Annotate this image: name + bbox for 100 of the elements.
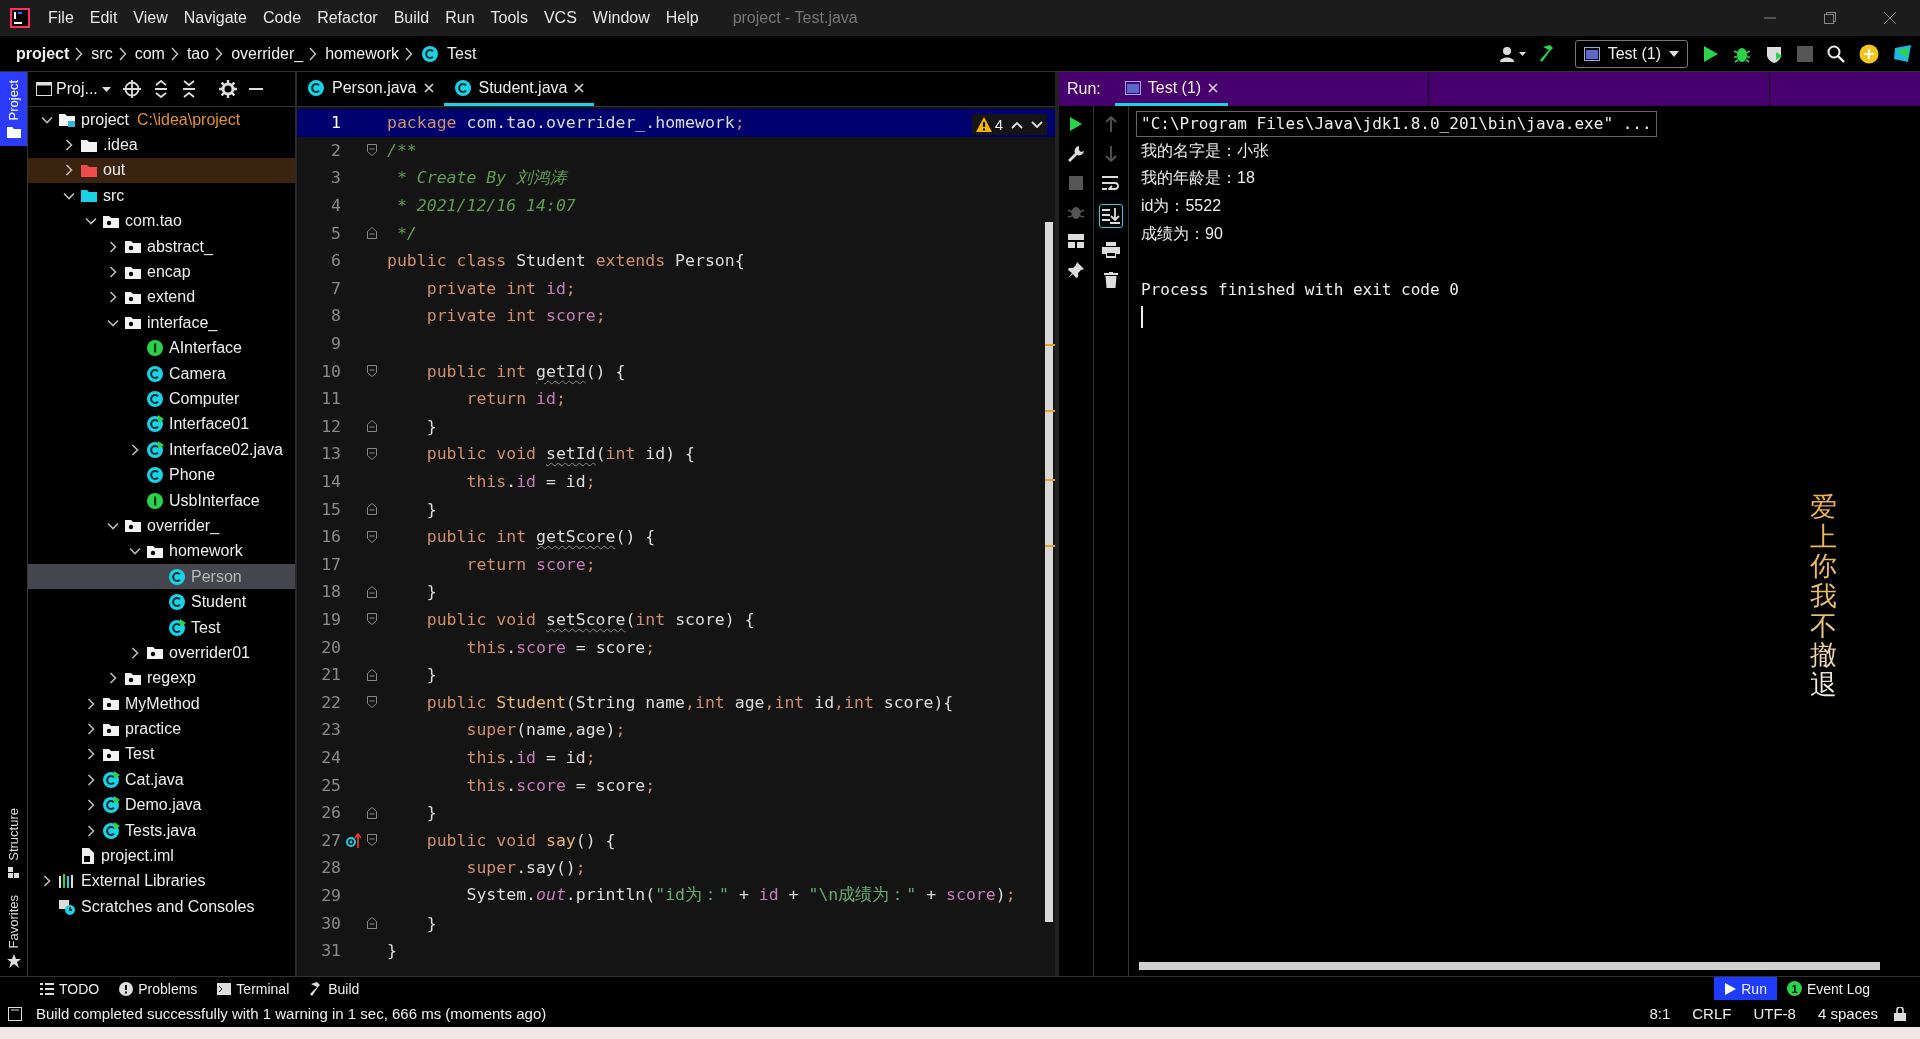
lock-icon[interactable] — [1894, 1006, 1906, 1021]
menu-item[interactable]: Refactor — [309, 3, 386, 33]
layout-icon[interactable] — [1068, 234, 1084, 248]
console-tab[interactable]: Test (1) — [1114, 72, 1229, 106]
coverage-icon[interactable] — [1765, 44, 1783, 63]
breadcrumb-item[interactable]: homework — [319, 44, 405, 63]
tree-item[interactable]: homework — [28, 538, 295, 565]
tree-item[interactable]: Camera — [28, 360, 295, 387]
fold-icon[interactable] — [367, 917, 377, 929]
trash-icon[interactable] — [1104, 272, 1118, 288]
chevron-down-icon[interactable] — [1031, 120, 1043, 129]
tree-item[interactable]: project.iml — [28, 843, 295, 869]
tree-item[interactable]: Cat.java — [28, 767, 295, 793]
fold-icon[interactable] — [367, 806, 377, 819]
breadcrumb-item[interactable]: src — [85, 44, 119, 63]
tool-window-tab[interactable]: Problems — [109, 977, 208, 1000]
tree-item[interactable]: .idea — [28, 132, 295, 158]
scrollbar[interactable] — [1045, 222, 1053, 922]
toolbox-icon[interactable] — [1893, 43, 1913, 64]
run-icon[interactable] — [1069, 116, 1083, 132]
tree-item[interactable]: Test — [28, 614, 295, 641]
status-item[interactable]: CRLF — [1686, 1005, 1738, 1022]
stop-icon[interactable] — [1797, 45, 1813, 62]
fold-icon[interactable] — [367, 447, 377, 460]
tree-item[interactable]: MyMethod — [28, 691, 295, 717]
wrench-icon[interactable] — [1068, 146, 1084, 162]
tree-item[interactable]: Scratches and Consoles — [28, 894, 295, 920]
pin-icon[interactable] — [1068, 262, 1084, 278]
toggle-button[interactable] — [1099, 204, 1123, 228]
tree-item[interactable]: Interface01 — [28, 411, 295, 438]
tree-item[interactable]: abstract_ — [28, 233, 295, 260]
update-icon[interactable] — [1859, 43, 1879, 64]
status-item[interactable]: UTF-8 — [1747, 1005, 1802, 1022]
fold-icon[interactable] — [367, 227, 377, 240]
tree-item[interactable]: interface_ — [28, 310, 295, 336]
tree-item[interactable]: Computer — [28, 386, 295, 412]
expand-all-icon[interactable] — [152, 80, 169, 98]
close-icon[interactable] — [574, 82, 585, 93]
tree-item[interactable]: UsbInterface — [28, 487, 295, 514]
tool-window-tab[interactable]: Favorites — [0, 886, 27, 976]
settings-icon[interactable] — [218, 80, 237, 98]
menu-item[interactable]: VCS — [535, 3, 585, 33]
menu-item[interactable]: Window — [584, 3, 658, 33]
tree-item[interactable]: Test — [28, 741, 295, 768]
breadcrumb-item[interactable]: project — [10, 44, 76, 63]
tree-item[interactable]: Tests.java — [28, 817, 295, 844]
tool-window-tab[interactable]: 1 Event Log — [1776, 977, 1880, 1000]
tree-item[interactable]: External Libraries — [28, 868, 295, 895]
tree-item[interactable]: encap — [28, 259, 295, 285]
tool-window-tab[interactable]: Build — [299, 977, 370, 1000]
tree-item[interactable]: Demo.java — [28, 792, 295, 818]
tool-window-tab[interactable]: TODO — [30, 977, 110, 1000]
tree-item[interactable]: Phone — [28, 462, 295, 488]
status-item[interactable]: 8:1 — [1643, 1005, 1677, 1022]
tool-window-tab[interactable]: Structure — [0, 799, 27, 887]
tree-item[interactable]: src — [28, 183, 295, 209]
scrollbar[interactable] — [1139, 962, 1880, 970]
fold-icon[interactable] — [367, 696, 377, 709]
locate-icon[interactable] — [122, 80, 141, 98]
tree-item[interactable]: extend — [28, 284, 295, 311]
breadcrumb-item[interactable]: tao — [180, 44, 216, 63]
tree-item[interactable]: project C:\idea\project — [28, 107, 295, 133]
menu-item[interactable]: Tools — [482, 3, 536, 33]
run-configuration-dropdown[interactable]: Test (1) — [1574, 39, 1688, 68]
collapse-all-icon[interactable] — [180, 80, 197, 98]
tree-item[interactable]: Interface02.java — [28, 437, 295, 463]
tree-item[interactable]: overrider01 — [28, 640, 295, 666]
chevron-up-icon[interactable] — [1011, 120, 1023, 129]
fold-icon[interactable] — [367, 365, 377, 378]
search-icon[interactable] — [1827, 44, 1845, 63]
fold-icon[interactable] — [367, 613, 377, 626]
project-view-dropdown[interactable]: Proj... — [36, 80, 111, 98]
tree-item[interactable]: Student — [28, 589, 295, 615]
tree-item[interactable]: AInterface — [28, 335, 295, 361]
tree-item[interactable]: Person — [28, 564, 295, 590]
menu-item[interactable]: Navigate — [175, 3, 255, 33]
user-icon[interactable] — [1499, 45, 1526, 62]
override-marker-icon[interactable] — [345, 832, 361, 849]
breadcrumb-item[interactable]: Test — [441, 44, 483, 63]
tree-item[interactable]: com.tao — [28, 208, 295, 234]
menu-item[interactable]: Code — [254, 3, 310, 33]
fold-icon[interactable] — [367, 668, 377, 681]
run-icon[interactable] — [1703, 44, 1719, 63]
menu-item[interactable]: View — [125, 3, 176, 33]
tree-item[interactable]: out — [28, 157, 295, 184]
status-item[interactable]: 4 spaces — [1811, 1005, 1884, 1022]
breadcrumb-item[interactable]: com — [128, 44, 171, 63]
menu-item[interactable]: Run — [437, 3, 483, 33]
soft-wrap-icon[interactable] — [1102, 176, 1120, 190]
fold-icon[interactable] — [367, 585, 377, 598]
tree-item[interactable]: regexp — [28, 665, 295, 691]
menu-item[interactable]: File — [40, 3, 82, 33]
tool-window-tab[interactable]: Terminal — [207, 977, 300, 1000]
print-icon[interactable] — [1102, 242, 1120, 258]
fold-icon[interactable] — [367, 503, 377, 516]
fold-icon[interactable] — [367, 530, 377, 543]
status-icon[interactable] — [8, 1006, 22, 1021]
breadcrumb-item[interactable]: overrider_ — [225, 44, 310, 63]
tree-item[interactable]: practice — [28, 716, 295, 742]
close-icon[interactable] — [1208, 82, 1219, 93]
